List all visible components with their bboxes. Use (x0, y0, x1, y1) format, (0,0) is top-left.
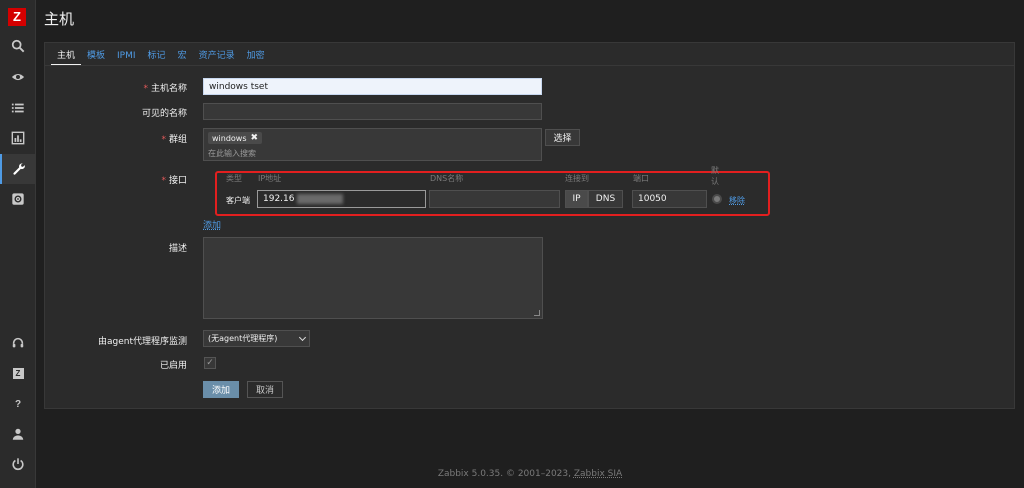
add-interface-link[interactable]: 添加 (203, 218, 221, 231)
enabled-label: 已启用 (159, 361, 187, 371)
footer: Zabbix 5.0.35. © 2001–2023, Zabbix SIA (437, 469, 623, 479)
description-label: 描述 (168, 244, 187, 254)
tab-ipmi[interactable]: IPMI (111, 47, 142, 65)
cancel-button[interactable]: 取消 (247, 381, 283, 398)
page-title: 主机 (44, 11, 75, 28)
tab-bar: 主机 模板 IPMI 标记 宏 资产记录 加密 (51, 47, 271, 65)
tabs-divider (45, 65, 1014, 66)
tab-encryption[interactable]: 加密 (241, 47, 271, 65)
zabbix-logo[interactable]: Z (8, 8, 26, 26)
help-icon[interactable]: ? (0, 389, 36, 419)
host-name-input[interactable]: windows tset (203, 78, 542, 95)
chevron-down-icon (298, 333, 307, 342)
groups-label: 群组 (161, 132, 187, 145)
dns-name-input[interactable] (429, 190, 560, 208)
tab-templates[interactable]: 模板 (81, 47, 111, 65)
check-icon: ✓ (206, 358, 214, 368)
col-default: 默认 (711, 166, 719, 186)
sidebar: Z Z ? (0, 0, 36, 488)
wrench-icon[interactable] (0, 154, 36, 184)
ip-address-input[interactable]: 192.16 (257, 190, 426, 208)
col-connect: 连接到 (565, 174, 589, 183)
group-tag-label: windows (212, 133, 247, 143)
col-type: 类型 (226, 174, 242, 183)
port-input[interactable]: 10050 (632, 190, 707, 208)
add-button[interactable]: 添加 (203, 381, 239, 398)
tab-inventory[interactable]: 资产记录 (193, 47, 241, 65)
col-port: 端口 (633, 174, 649, 183)
list-icon[interactable] (0, 93, 36, 123)
group-tag: windows ✖ (208, 132, 263, 144)
zabbix-share-icon[interactable]: Z (0, 358, 36, 388)
remove-interface-link[interactable]: 移除 (729, 195, 745, 206)
interfaces-label: 接口 (161, 173, 187, 186)
enabled-checkbox[interactable]: ✓ (204, 357, 216, 369)
search-icon[interactable] (0, 31, 36, 61)
remove-tag-icon[interactable]: ✖ (251, 133, 259, 143)
tab-host[interactable]: 主机 (51, 47, 82, 65)
zabbix-sia-link[interactable]: Zabbix SIA (574, 469, 622, 479)
visible-name-label: 可见的名称 (141, 109, 187, 119)
connect-ip-button[interactable]: IP (565, 190, 588, 208)
tab-tags[interactable]: 标记 (142, 47, 172, 65)
group-search-placeholder[interactable]: 在此输入搜索 (208, 148, 256, 159)
host-form-panel: 主机 模板 IPMI 标记 宏 资产记录 加密 主机名称 windows tse… (44, 42, 1015, 409)
connect-dns-button[interactable]: DNS (588, 190, 623, 208)
default-radio[interactable] (712, 194, 722, 204)
host-name-label: 主机名称 (143, 81, 187, 94)
col-ip: IP地址 (258, 174, 282, 183)
resize-handle-icon[interactable] (534, 310, 540, 316)
col-dns: DNS名称 (430, 174, 464, 183)
proxy-label: 由agent代理程序监测 (98, 337, 187, 347)
headset-icon[interactable] (0, 328, 36, 358)
chart-icon[interactable] (0, 123, 36, 153)
eye-icon[interactable] (0, 62, 36, 92)
redacted-ip-blur (296, 194, 343, 204)
user-icon[interactable] (0, 419, 36, 449)
description-textarea[interactable] (203, 237, 543, 319)
interface-type: 客户端 (226, 196, 250, 205)
select-groups-button[interactable]: 选择 (545, 129, 580, 146)
gear-icon[interactable] (0, 184, 36, 214)
proxy-select[interactable]: (无agent代理程序) (203, 330, 310, 347)
tab-macros[interactable]: 宏 (172, 47, 193, 65)
visible-name-input[interactable] (203, 103, 542, 120)
